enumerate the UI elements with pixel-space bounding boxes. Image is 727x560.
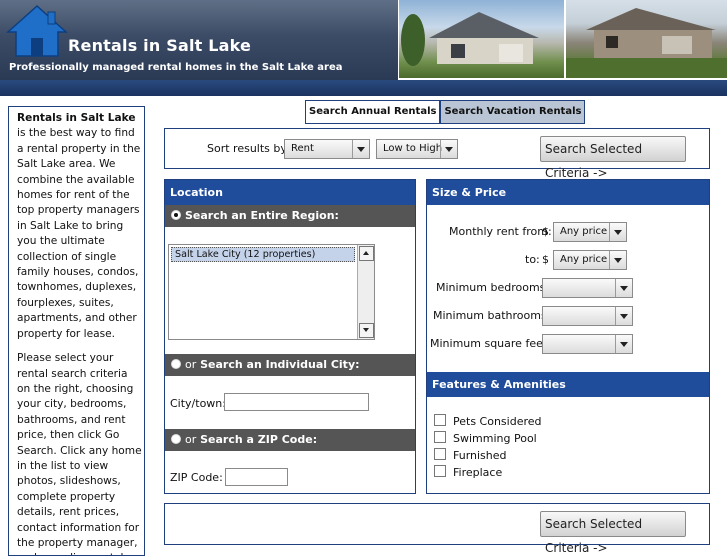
rent-to-label: to: [525, 253, 540, 266]
chevron-down-icon [440, 140, 457, 158]
chevron-down-icon [615, 307, 632, 325]
rent-to-select[interactable]: Any price [553, 250, 627, 270]
sort-label: Sort results by: [207, 142, 290, 155]
banner: Rentals in Salt Lake Professionally mana… [0, 0, 398, 80]
city-head-label: Search an Individual City: [200, 358, 360, 371]
chevron-down-icon [609, 223, 626, 241]
sort-panel: Sort results by: Rent Low to High Search… [164, 128, 710, 180]
features-title: Features & Amenities [427, 372, 709, 397]
chevron-down-icon [615, 279, 632, 297]
header-bar [0, 80, 727, 96]
currency-symbol: $ [542, 225, 549, 238]
rent-from-select[interactable]: Any price [553, 222, 627, 242]
house-photo-2 [564, 0, 727, 78]
region-radio[interactable] [171, 210, 181, 220]
zip-radio[interactable] [171, 434, 181, 444]
intro-paragraph: Rentals in Salt Lake is the best way to … [17, 111, 144, 342]
zip-input[interactable] [225, 468, 288, 486]
sqft-label: Minimum square feet: [430, 337, 551, 350]
site-header: Rentals in Salt Lake Professionally mana… [0, 0, 727, 96]
sqft-select[interactable] [542, 334, 633, 354]
feature-fireplace-label: Fireplace [453, 466, 503, 479]
size-price-panel: Size & Price Monthly rent from: $ Any pr… [426, 179, 710, 494]
chevron-down-icon [609, 251, 626, 269]
region-list-item[interactable]: Salt Lake City (12 properties) [171, 247, 355, 262]
house-logo-icon [6, 4, 68, 57]
chevron-down-icon [615, 335, 632, 353]
search-criteria-button-top[interactable]: Search Selected Criteria -> [540, 136, 686, 180]
scroll-up-icon[interactable] [359, 246, 374, 261]
search-criteria-button-bottom[interactable]: Search Selected Criteria -> [540, 511, 686, 555]
sidebar-intro: Rentals in Salt Lake is the best way to … [8, 106, 145, 556]
city-or-label: or [185, 358, 197, 371]
site-title: Rentals in Salt Lake [68, 36, 252, 55]
city-option-header[interactable]: or Search an Individual City: [165, 354, 415, 376]
city-input[interactable] [224, 393, 369, 411]
fireplace-checkbox[interactable] [434, 465, 446, 477]
zip-head-label: Search a ZIP Code: [200, 433, 318, 446]
feature-pets-label: Pets Considered [453, 415, 542, 428]
scroll-down-icon[interactable] [359, 323, 374, 338]
city-label: City/town: [170, 397, 226, 410]
pool-checkbox[interactable] [434, 431, 446, 443]
location-panel: Location Search an Entire Region: Salt L… [164, 179, 416, 494]
sort-field-value: Rent [291, 143, 314, 154]
instructions-paragraph: Please select your rental search criteri… [17, 352, 142, 555]
chevron-down-icon [352, 140, 369, 158]
feature-pool-label: Swimming Pool [453, 432, 537, 445]
feature-fireplace[interactable]: Fireplace [434, 465, 502, 479]
region-listbox[interactable]: Salt Lake City (12 properties) [168, 244, 375, 340]
sort-order-select[interactable]: Low to High [376, 139, 458, 159]
search-tabs: Search Annual Rentals Search Vacation Re… [305, 100, 586, 124]
rent-from-label: Monthly rent from: [449, 225, 552, 238]
zip-option-header[interactable]: or Search a ZIP Code: [165, 429, 415, 451]
region-scrollbar[interactable] [357, 245, 374, 339]
site-tagline: Professionally managed rental homes in t… [9, 62, 343, 73]
rent-from-value: Any price [560, 226, 608, 237]
pets-checkbox[interactable] [434, 414, 446, 426]
bathrooms-label: Minimum bathrooms: [433, 309, 551, 322]
region-head-label: Search an Entire Region: [185, 209, 339, 222]
currency-symbol-2: $ [542, 253, 549, 266]
feature-pets[interactable]: Pets Considered [434, 414, 542, 428]
sort-field-select[interactable]: Rent [284, 139, 370, 159]
house-photo-1 [398, 0, 564, 78]
sort-order-value: Low to High [383, 143, 443, 154]
bedrooms-select[interactable] [542, 278, 633, 298]
rent-to-value: Any price [560, 254, 608, 265]
bathrooms-select[interactable] [542, 306, 633, 326]
intro-bold: Rentals in Salt Lake [17, 112, 136, 124]
tab-annual-rentals[interactable]: Search Annual Rentals [305, 100, 441, 124]
feature-furnished-label: Furnished [453, 449, 507, 462]
feature-furnished[interactable]: Furnished [434, 448, 507, 462]
size-price-title: Size & Price [427, 180, 709, 205]
zip-label: ZIP Code: [170, 471, 223, 484]
city-radio[interactable] [171, 359, 181, 369]
location-title: Location [165, 180, 415, 205]
bottom-search-panel: Search Selected Criteria -> [164, 503, 710, 555]
furnished-checkbox[interactable] [434, 448, 446, 460]
zip-or-label: or [185, 433, 197, 446]
feature-pool[interactable]: Swimming Pool [434, 431, 537, 445]
tab-vacation-rentals[interactable]: Search Vacation Rentals [440, 100, 586, 124]
region-option-header[interactable]: Search an Entire Region: [165, 205, 415, 227]
bedrooms-label: Minimum bedrooms: [436, 281, 550, 294]
intro-text: is the best way to find a rental propert… [17, 127, 141, 340]
